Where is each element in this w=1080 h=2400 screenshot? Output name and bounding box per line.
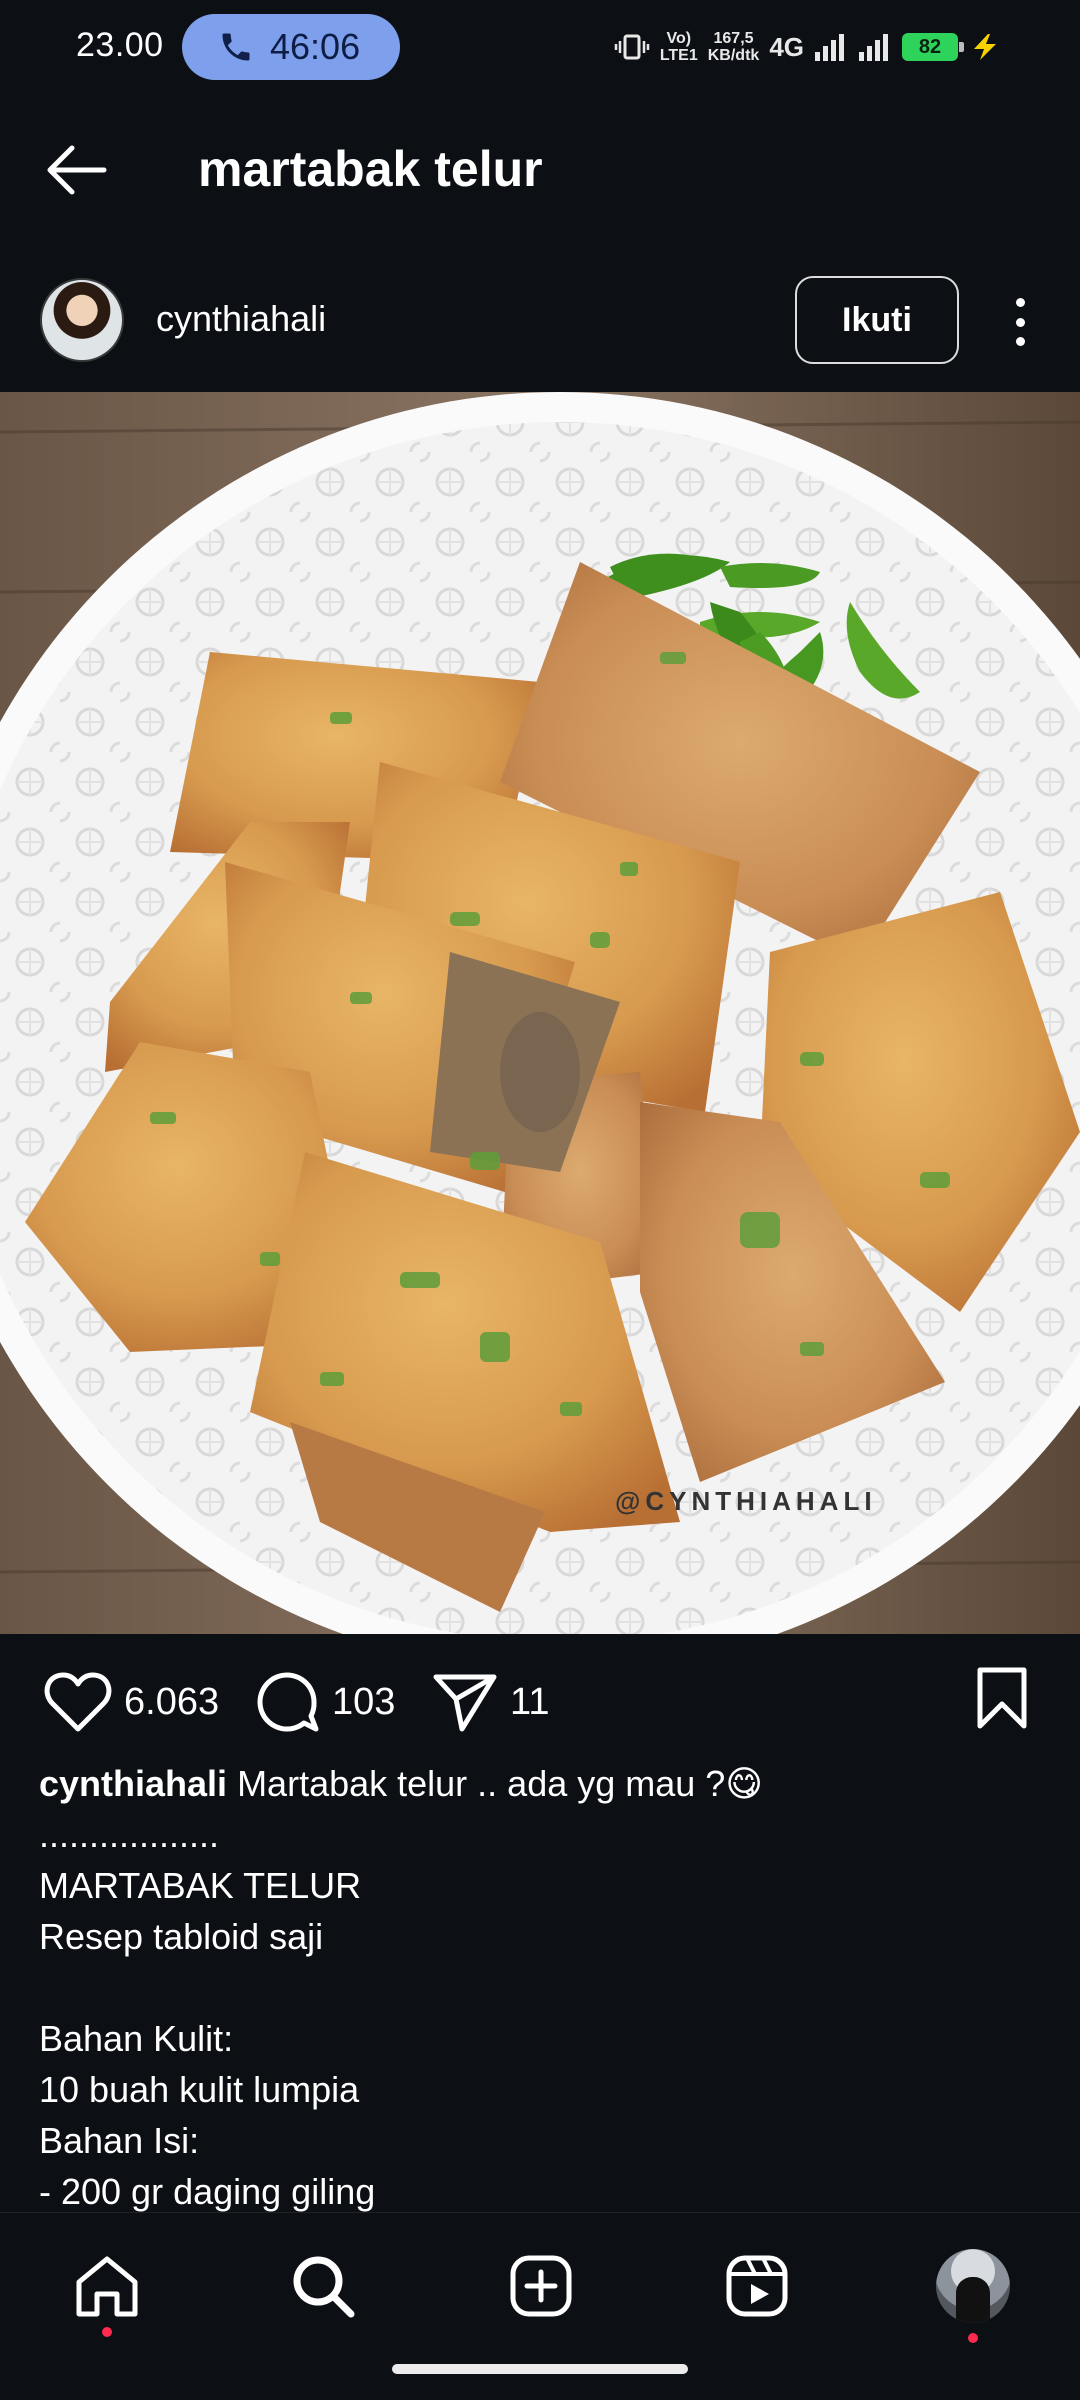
heart-icon [44, 1672, 112, 1732]
nav-reels[interactable] [712, 2241, 802, 2331]
bookmark-icon [977, 1667, 1027, 1729]
network-speed: 167,5 KB/dtk [707, 30, 760, 64]
top-app-bar: martabak telur [0, 110, 1080, 230]
create-icon [510, 2255, 572, 2317]
ongoing-call-pill[interactable]: 46:06 [182, 14, 400, 80]
share-count: 11 [510, 1680, 550, 1723]
caption-text: Martabak telur .. ada yg mau ?😋 [227, 1763, 763, 1804]
volte-indicator: Vo) LTE1 [659, 30, 698, 64]
like-count: 6.063 [124, 1680, 220, 1723]
share-action[interactable]: 11 [432, 1664, 549, 1740]
signal-icon-1 [815, 34, 844, 61]
charging-icon [974, 34, 996, 60]
comment-action[interactable]: 103 [254, 1664, 395, 1740]
status-bar: 23.00 46:06 Vo) LTE1 167,5 KB/dtk 4G 82 [0, 0, 1080, 96]
caption-line: .................. [39, 1814, 220, 1855]
signal-icon-2 [859, 34, 888, 61]
photo-watermark: @CYNTHIAHALI [615, 1486, 877, 1516]
author-avatar[interactable] [40, 278, 124, 362]
comment-count: 103 [332, 1680, 396, 1723]
battery-indicator: 82 [902, 33, 964, 61]
post-actions: 6.063 103 11 [0, 1664, 1080, 1740]
search-icon [293, 2256, 355, 2318]
back-button[interactable] [40, 138, 112, 202]
caption-line: MARTABAK TELUR [39, 1865, 362, 1906]
nav-profile[interactable] [928, 2241, 1018, 2343]
author-username[interactable]: cynthiahali [156, 298, 326, 340]
home-icon [76, 2256, 138, 2317]
app-screen: 23.00 46:06 Vo) LTE1 167,5 KB/dtk 4G 82 … [0, 0, 1080, 2400]
caption-line: 10 buah kulit lumpia [39, 2069, 360, 2110]
caption-username[interactable]: cynthiahali [39, 1763, 227, 1804]
vibrate-icon [614, 34, 650, 60]
caption-line: Resep tabloid saji [39, 1916, 324, 1957]
post-photo[interactable]: @CYNTHIAHALI [0, 392, 1080, 1634]
more-options-icon[interactable] [1000, 292, 1040, 352]
profile-notification-dot [968, 2333, 978, 2343]
like-action[interactable]: 6.063 [44, 1664, 219, 1740]
network-type: 4G [769, 31, 804, 62]
status-icons: Vo) LTE1 167,5 KB/dtk 4G 82 [614, 22, 1004, 72]
post-author-row: cynthiahali Ikuti [0, 268, 1080, 392]
save-button[interactable] [972, 1666, 1032, 1735]
follow-button[interactable]: Ikuti [795, 276, 959, 364]
post-caption: cynthiahali Martabak telur .. ada yg mau… [39, 1758, 1039, 2217]
food-photo-illustration: @CYNTHIAHALI [0, 392, 1080, 1634]
arrow-left-icon [47, 145, 107, 195]
phone-icon [222, 33, 250, 61]
gesture-home-indicator[interactable] [392, 2364, 688, 2374]
profile-avatar [936, 2249, 1010, 2323]
call-duration: 46:06 [270, 26, 361, 67]
caption-line [39, 1962, 1039, 2013]
nav-create[interactable] [496, 2241, 586, 2331]
nav-search[interactable] [278, 2241, 368, 2331]
caption-first-line: cynthiahali Martabak telur .. ada yg mau… [39, 1758, 1039, 1809]
caption-line: Bahan Isi: [39, 2120, 200, 2161]
caption-line: - 200 gr daging giling [39, 2171, 376, 2212]
home-notification-dot [102, 2327, 112, 2337]
comment-icon [257, 1672, 319, 1732]
caption-line: Bahan Kulit: [39, 2018, 234, 2059]
reels-icon [726, 2255, 788, 2317]
nav-home[interactable] [62, 2241, 152, 2337]
status-time: 23.00 [76, 26, 164, 64]
page-title: martabak telur [198, 141, 543, 197]
send-icon [433, 1674, 497, 1732]
